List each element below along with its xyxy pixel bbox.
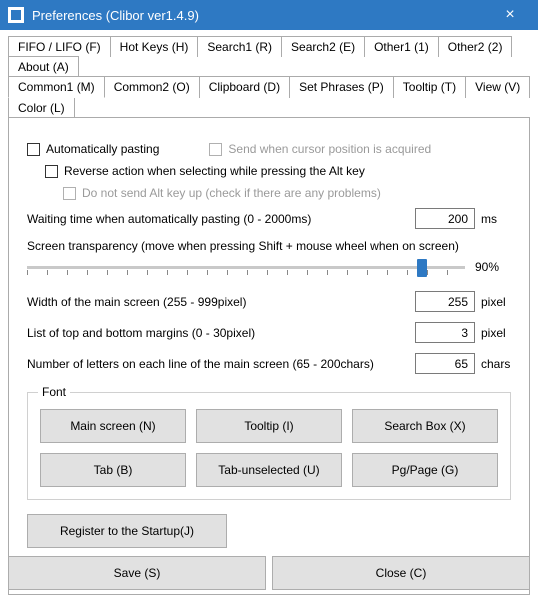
checkbox-no-alt-keyup	[63, 187, 76, 200]
label-wait-time: Waiting time when automatically pasting …	[27, 212, 415, 226]
close-button[interactable]: Close (C)	[272, 556, 530, 590]
tab-search2-e-[interactable]: Search2 (E)	[281, 36, 365, 57]
window-title: Preferences (Clibor ver1.4.9)	[32, 8, 490, 23]
tab-other1-1-[interactable]: Other1 (1)	[364, 36, 439, 57]
input-wait-time[interactable]	[415, 208, 475, 229]
font-legend: Font	[38, 385, 70, 399]
font-button-3[interactable]: Tab (B)	[40, 453, 186, 487]
close-icon[interactable]: ×	[490, 6, 530, 24]
register-startup-button[interactable]: Register to the Startup(J)	[27, 514, 227, 548]
tab-common1-m-[interactable]: Common1 (M)	[8, 76, 105, 98]
close-label: Close (C)	[376, 566, 427, 580]
tab-view-v-[interactable]: View (V)	[465, 76, 530, 98]
font-groupbox: Font Main screen (N)Tooltip (I)Search Bo…	[27, 392, 511, 500]
unit-ms: ms	[481, 212, 511, 226]
tab-set-phrases-p-[interactable]: Set Phrases (P)	[289, 76, 394, 98]
tab-row-2: Common1 (M)Common2 (O)Clipboard (D)Set P…	[8, 76, 530, 117]
unit-pixel-1: pixel	[481, 295, 511, 309]
tab-hot-keys-h-[interactable]: Hot Keys (H)	[110, 36, 199, 57]
font-button-label-5: Pg/Page (G)	[392, 463, 459, 477]
save-label: Save (S)	[114, 566, 161, 580]
titlebar: Preferences (Clibor ver1.4.9) ×	[0, 0, 538, 30]
font-button-label-3: Tab (B)	[94, 463, 133, 477]
label-reverse-alt: Reverse action when selecting while pres…	[64, 164, 365, 178]
font-button-2[interactable]: Search Box (X)	[352, 409, 498, 443]
tab-color-l-[interactable]: Color (L)	[8, 97, 75, 118]
label-margins: List of top and bottom margins (0 - 30pi…	[27, 326, 415, 340]
register-startup-label: Register to the Startup(J)	[60, 524, 194, 538]
checkbox-auto-paste[interactable]	[27, 143, 40, 156]
label-auto-paste: Automatically pasting	[46, 142, 159, 156]
label-chars: Number of letters on each line of the ma…	[27, 357, 415, 371]
label-width: Width of the main screen (255 - 999pixel…	[27, 295, 415, 309]
slider-transparency[interactable]	[27, 266, 465, 269]
unit-chars: chars	[481, 357, 511, 371]
tab-fifo-lifo-f-[interactable]: FIFO / LIFO (F)	[8, 36, 111, 57]
font-button-4[interactable]: Tab-unselected (U)	[196, 453, 342, 487]
label-send-cursor: Send when cursor position is acquired	[228, 142, 431, 156]
tab-other2-2-[interactable]: Other2 (2)	[438, 36, 513, 57]
transparency-value: 90%	[475, 260, 511, 274]
font-button-label-1: Tooltip (I)	[244, 419, 293, 433]
tab-clipboard-d-[interactable]: Clipboard (D)	[199, 76, 290, 98]
unit-pixel-2: pixel	[481, 326, 511, 340]
font-button-1[interactable]: Tooltip (I)	[196, 409, 342, 443]
slider-thumb[interactable]	[417, 259, 427, 277]
save-button[interactable]: Save (S)	[8, 556, 266, 590]
label-no-alt-keyup: Do not send Alt key up (check if there a…	[82, 186, 381, 200]
tab-panel-common1: Automatically pasting Send when cursor p…	[8, 117, 530, 595]
checkbox-send-cursor	[209, 143, 222, 156]
font-button-label-4: Tab-unselected (U)	[218, 463, 319, 477]
font-button-5[interactable]: Pg/Page (G)	[352, 453, 498, 487]
input-chars[interactable]	[415, 353, 475, 374]
tab-about-a-[interactable]: About (A)	[8, 56, 79, 77]
tab-common2-o-[interactable]: Common2 (O)	[104, 76, 200, 98]
checkbox-reverse-alt[interactable]	[45, 165, 58, 178]
label-transparency: Screen transparency (move when pressing …	[27, 239, 511, 253]
input-width[interactable]	[415, 291, 475, 312]
app-icon	[8, 7, 24, 23]
input-margins[interactable]	[415, 322, 475, 343]
font-button-label-0: Main screen (N)	[70, 419, 155, 433]
font-button-label-2: Search Box (X)	[384, 419, 465, 433]
tab-search1-r-[interactable]: Search1 (R)	[197, 36, 282, 57]
tab-row-1: FIFO / LIFO (F)Hot Keys (H)Search1 (R)Se…	[8, 36, 530, 76]
font-button-0[interactable]: Main screen (N)	[40, 409, 186, 443]
tab-tooltip-t-[interactable]: Tooltip (T)	[393, 76, 466, 98]
